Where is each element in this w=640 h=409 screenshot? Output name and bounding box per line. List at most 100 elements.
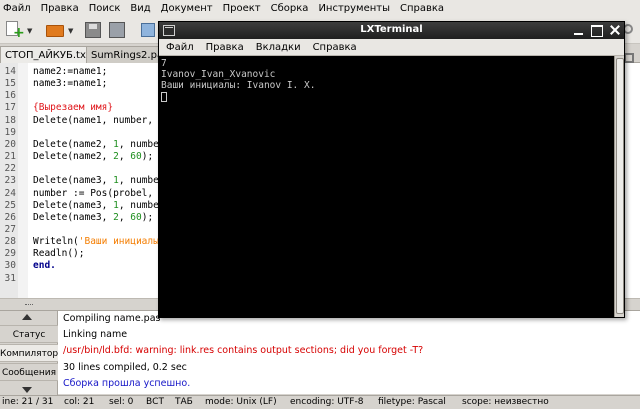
save-all-icon xyxy=(109,22,125,38)
terminal-menubar: Файл Правка Вкладки Справка xyxy=(159,39,624,56)
line-number: 16 xyxy=(4,90,16,102)
status-encoding: encoding: UTF-8 xyxy=(290,397,364,407)
panel-icon xyxy=(624,53,634,63)
maximize-icon[interactable] xyxy=(590,24,603,37)
code-text: Delete(name3, 1, numbe xyxy=(33,200,159,212)
code-token: , numbe xyxy=(118,175,159,187)
compiler-message[interactable]: Compiling name.pas xyxy=(63,313,160,324)
code-text: number := Pos(probel, xyxy=(33,188,153,200)
geany-menubar: Файл Правка Поиск Вид Документ Проект Сб… xyxy=(0,0,640,17)
code-token: number := Pos(probel, xyxy=(33,187,154,199)
line-number: 17 xyxy=(4,102,16,114)
tab-messages[interactable]: Сообщения xyxy=(0,363,58,381)
new-dropdown-arrow-icon[interactable]: ▼ xyxy=(27,27,32,35)
status-bar: ine: 21 / 31 col: 21 sel: 0 ВСТ ТАБ mode… xyxy=(0,395,640,409)
code-text: name3:=name1; xyxy=(33,78,107,90)
line-number: 22 xyxy=(4,163,16,175)
folder-icon xyxy=(46,25,64,37)
compiler-success[interactable]: Сборка прошла успешно. xyxy=(63,378,190,389)
menu-view[interactable]: Вид xyxy=(130,3,150,14)
menu-build[interactable]: Сборка xyxy=(271,3,309,14)
menu-tools[interactable]: Инструменты xyxy=(318,3,390,14)
code-token: Delete(name2, xyxy=(33,138,114,150)
status-sel: sel: 0 xyxy=(109,397,134,407)
line-number: 26 xyxy=(4,211,16,223)
tab-label: СТОП_АЙКУБ.txt xyxy=(5,49,90,61)
line-number: 21 xyxy=(4,151,16,163)
terminal-output-line: 7 xyxy=(161,58,167,69)
close-file-icon xyxy=(141,23,155,37)
line-number: 27 xyxy=(4,223,16,235)
code-token: name3:=name1; xyxy=(33,78,108,90)
save-all-button[interactable] xyxy=(106,20,128,40)
code-token: 'Ваши инициалы xyxy=(78,236,159,248)
status-scope: scope: неизвестно xyxy=(462,397,549,407)
code-text: Delete(name2, 1, numbe xyxy=(33,139,159,151)
tab-compiler[interactable]: Компилятор xyxy=(0,344,58,362)
terminal-menu-help[interactable]: Справка xyxy=(313,42,357,53)
close-file-button[interactable] xyxy=(138,20,160,40)
status-filetype: filetype: Pascal xyxy=(378,397,446,407)
terminal-scrollbar[interactable] xyxy=(614,56,624,317)
line-number: 25 xyxy=(4,199,16,211)
save-button[interactable] xyxy=(82,20,104,40)
terminal-menu-tabs[interactable]: Вкладки xyxy=(256,42,301,53)
scroll-up-icon[interactable] xyxy=(22,314,32,320)
open-dropdown-arrow-icon[interactable]: ▼ xyxy=(68,27,73,35)
line-number: 15 xyxy=(4,78,16,90)
code-token: 60 xyxy=(130,211,142,223)
code-text: Delete(name2, 2, 60); xyxy=(33,151,153,163)
code-text: {Вырезаем имя} xyxy=(33,102,113,114)
code-token: Delete(name3, xyxy=(33,175,114,187)
message-tabs: Статус Компилятор Сообщения xyxy=(0,311,58,395)
code-token: ); xyxy=(141,151,154,163)
message-pane: Статус Компилятор Сообщения Compiling na… xyxy=(0,310,640,395)
code-token: {Вырезаем имя} xyxy=(33,102,114,114)
code-text: Delete(name3, 1, numbe xyxy=(33,175,159,187)
status-tab-mode: ТАБ xyxy=(175,397,193,407)
line-number: 14 xyxy=(4,66,16,77)
terminal-menu-file[interactable]: Файл xyxy=(166,42,194,53)
line-number: 28 xyxy=(4,236,16,248)
compiler-message[interactable]: Linking name xyxy=(63,329,127,340)
line-number: 24 xyxy=(4,187,16,199)
code-text: end. xyxy=(33,260,56,272)
menu-edit[interactable]: Правка xyxy=(41,3,79,14)
menu-search[interactable]: Поиск xyxy=(89,3,121,14)
minimize-icon[interactable] xyxy=(572,24,585,36)
tab-status[interactable]: Статус xyxy=(0,325,58,343)
code-token: , numbe xyxy=(118,138,159,150)
close-icon[interactable] xyxy=(608,24,621,36)
code-text: Writeln('Ваши инициалы xyxy=(33,236,159,248)
line-number: 19 xyxy=(4,126,16,138)
code-token: 60 xyxy=(130,151,142,163)
code-text: Delete(name3, 2, 60); xyxy=(33,212,153,224)
compiler-message[interactable]: 30 lines compiled, 0.2 sec xyxy=(63,362,187,373)
lxterminal-window[interactable]: LXTerminal Файл Правка Вкладки Справка 7… xyxy=(158,21,625,318)
terminal-scrollbar-thumb[interactable] xyxy=(616,58,624,314)
line-number: 23 xyxy=(4,175,16,187)
terminal-output-line: Ваши инициалы: Ivanov I. X. xyxy=(161,80,316,91)
menu-file[interactable]: Файл xyxy=(3,3,31,14)
menu-project[interactable]: Проект xyxy=(223,3,261,14)
terminal-output-line: Ivanov_Ivan_Xvanovic xyxy=(161,69,276,80)
terminal-titlebar[interactable]: LXTerminal xyxy=(159,22,624,39)
line-number: 20 xyxy=(4,138,16,150)
code-token: Delete(name3, xyxy=(33,211,114,223)
plus-icon: + xyxy=(13,25,25,41)
code-token: Delete(name1, number, xyxy=(33,114,154,126)
menu-document[interactable]: Документ xyxy=(161,3,213,14)
code-token: name2:=name1; xyxy=(33,66,108,77)
scroll-down-icon[interactable] xyxy=(22,387,32,393)
compiler-warning[interactable]: /usr/bin/ld.bfd: warning: link.res conta… xyxy=(63,345,423,356)
line-number: 31 xyxy=(4,272,16,284)
save-icon xyxy=(85,22,101,38)
new-file-button[interactable]: + xyxy=(3,20,25,40)
open-file-button[interactable] xyxy=(44,20,66,40)
terminal-screen[interactable]: 7 Ivanov_Ivan_Xvanovic Ваши инициалы: Iv… xyxy=(159,56,624,317)
code-token: ); xyxy=(141,211,154,223)
terminal-menu-edit[interactable]: Правка xyxy=(206,42,244,53)
menu-help[interactable]: Справка xyxy=(400,3,444,14)
splitter-grip[interactable] xyxy=(25,304,33,308)
code-token: , numbe xyxy=(118,199,159,211)
